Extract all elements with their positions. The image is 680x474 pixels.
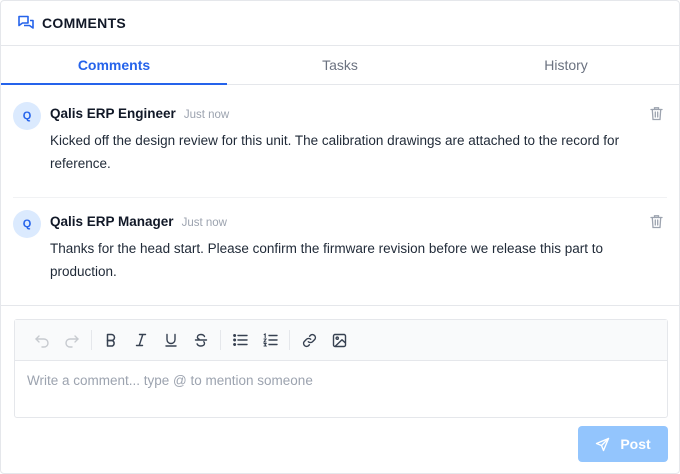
comment-item: Q Qalis ERP Manager Just now Thanks for … bbox=[1, 85, 679, 306]
comment-input[interactable]: Write a comment... type @ to mention som… bbox=[15, 361, 667, 417]
comments-panel: COMMENTS Comments Tasks History Q Qalis … bbox=[0, 0, 680, 474]
comment-editor: Write a comment... type @ to mention som… bbox=[14, 319, 668, 418]
post-button[interactable]: Post bbox=[578, 426, 668, 462]
tab-comments[interactable]: Comments bbox=[1, 46, 227, 85]
comment-author: Qalis ERP Manager bbox=[50, 214, 174, 229]
trash-icon bbox=[649, 214, 663, 228]
underline-icon bbox=[165, 333, 177, 347]
bullet-list-button[interactable] bbox=[225, 325, 255, 355]
link-button[interactable] bbox=[294, 325, 324, 355]
panel-header: COMMENTS bbox=[1, 1, 679, 46]
redo-icon bbox=[65, 335, 79, 348]
tab-bar: Comments Tasks History bbox=[1, 46, 679, 85]
send-icon bbox=[596, 437, 610, 451]
bold-icon bbox=[106, 333, 116, 347]
image-icon bbox=[332, 333, 346, 347]
tab-history[interactable]: History bbox=[453, 46, 679, 84]
toolbar-divider bbox=[289, 330, 290, 350]
editor-toolbar bbox=[15, 320, 667, 361]
toolbar-divider bbox=[91, 330, 92, 350]
comments-icon bbox=[17, 14, 35, 32]
tab-tasks[interactable]: Tasks bbox=[227, 46, 453, 84]
numbered-list-button[interactable] bbox=[255, 325, 285, 355]
link-icon bbox=[302, 333, 316, 347]
strikethrough-button[interactable] bbox=[186, 325, 216, 355]
bullet-list-icon bbox=[232, 334, 248, 346]
italic-icon bbox=[135, 333, 147, 347]
avatar: Q bbox=[13, 210, 41, 238]
undo-icon bbox=[35, 335, 49, 348]
post-button-label: Post bbox=[620, 436, 651, 452]
toolbar-divider bbox=[220, 330, 221, 350]
comment-text: Thanks for the head start. Please confir… bbox=[50, 241, 604, 279]
comment-meta: Qalis ERP Manager Just now bbox=[50, 214, 227, 229]
comment-timestamp: Just now bbox=[181, 217, 227, 229]
bold-button[interactable] bbox=[96, 325, 126, 355]
numbered-list-icon bbox=[262, 333, 278, 347]
redo-button[interactable] bbox=[57, 325, 87, 355]
delete-comment-button[interactable] bbox=[649, 213, 663, 229]
strikethrough-icon bbox=[194, 333, 208, 347]
undo-button[interactable] bbox=[27, 325, 57, 355]
panel-title: COMMENTS bbox=[42, 15, 127, 31]
italic-button[interactable] bbox=[126, 325, 156, 355]
comment-list: Q Qalis ERP Engineer Just now Kicked off… bbox=[1, 85, 679, 306]
underline-button[interactable] bbox=[156, 325, 186, 355]
image-button[interactable] bbox=[324, 325, 354, 355]
